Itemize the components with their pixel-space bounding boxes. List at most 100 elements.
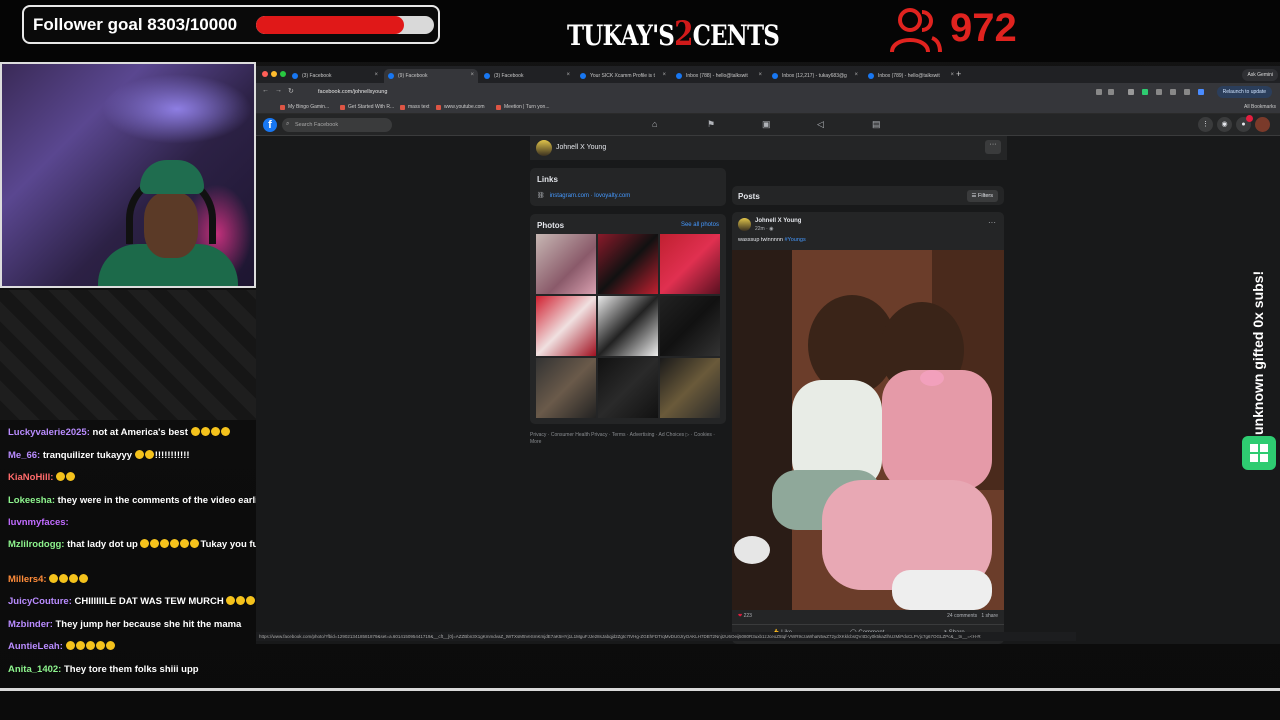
profile-avatar[interactable] (536, 140, 552, 156)
extension-icon[interactable] (1156, 89, 1162, 95)
close-tab-icon[interactable]: × (566, 72, 570, 78)
gaming-icon[interactable]: ▤ (872, 119, 881, 130)
follower-goal-progress-fill (256, 16, 404, 34)
photo-thumbnail[interactable] (536, 296, 596, 356)
back-icon[interactable]: ← (262, 87, 269, 94)
bookmark-item[interactable]: www.youtube.com (436, 104, 485, 110)
close-tab-icon[interactable]: × (854, 72, 858, 78)
browser-tab[interactable]: (3) Facebook × (288, 69, 382, 83)
logo-text-two: 2 (674, 14, 693, 54)
menu-grid-icon[interactable]: ⋮ (1198, 117, 1213, 132)
laughing-emoji-icon (65, 641, 75, 650)
post-hashtag[interactable]: #Youngs (784, 237, 805, 243)
photo-thumbnail[interactable] (660, 296, 720, 356)
bookmark-star-icon[interactable] (1108, 89, 1114, 95)
profile-links[interactable]: ⛓ instagram.com · lovoyalty.com (537, 192, 630, 199)
close-tab-icon[interactable]: × (374, 72, 378, 78)
browser-tab[interactable]: Inbox (788) - hello@talkswit × (672, 69, 766, 83)
close-tab-icon[interactable]: × (470, 72, 474, 78)
more-options-button[interactable]: ··· (985, 140, 1001, 154)
forward-icon[interactable]: → (275, 87, 282, 94)
laughing-emoji-icon (69, 573, 79, 583)
facebook-search-input[interactable]: ⌕ Search Facebook (282, 118, 392, 132)
bookmark-item[interactable]: Get Started With R... (340, 104, 394, 110)
post-author-avatar[interactable] (738, 218, 751, 231)
post-timestamp[interactable]: 22m · ◉ (755, 226, 774, 232)
laughing-emoji-icon (85, 641, 95, 650)
see-all-photos-link[interactable]: See all photos (681, 222, 719, 228)
profile-name[interactable]: Johnell X Young (556, 144, 606, 151)
browser-tab[interactable]: Inbox (789) - hello@talkswit × (864, 69, 958, 83)
photo-thumbnail[interactable] (536, 358, 596, 418)
follower-goal-progress-track (256, 16, 434, 34)
sub-alert-text: unknown gifted 0x subs! (1250, 245, 1270, 435)
minimize-window-icon[interactable] (271, 71, 277, 77)
close-tab-icon[interactable]: × (758, 72, 762, 78)
flag-icon[interactable]: ⚑ (707, 119, 715, 130)
post-stats[interactable]: 24 comments 1 share (947, 613, 998, 619)
tab-favicon-icon (868, 73, 874, 79)
messenger-icon[interactable]: ◉ (1217, 117, 1232, 132)
megaphone-icon[interactable]: ◁ (817, 119, 824, 130)
bookmark-favicon-icon (400, 105, 405, 110)
post-more-icon[interactable]: ··· (988, 218, 996, 227)
extension-icon[interactable] (1128, 89, 1134, 95)
post-caption-text: wasssup twinnnnn (738, 237, 783, 243)
new-tab-button[interactable]: + (956, 69, 961, 79)
close-tab-icon[interactable]: × (950, 72, 954, 78)
laughing-emoji-icon (160, 538, 170, 548)
chat-username: Mzbinder: (8, 618, 53, 630)
address-bar[interactable]: facebook.com/johnellxyoung (306, 85, 1086, 99)
stream-screen: Follower goal 8303/10000 TUKAY'S2CENTS 9… (0, 0, 1280, 720)
laughing-emoji-icon (170, 538, 180, 548)
extension-icon[interactable] (1096, 89, 1102, 95)
facebook-logo-icon[interactable]: f (263, 118, 277, 132)
browser-window: (3) Facebook × (9) Facebook × (3) Facebook × Y… (256, 66, 1280, 644)
bookmark-favicon-icon (280, 105, 285, 110)
all-bookmarks-button[interactable]: All Bookmarks (1244, 104, 1276, 110)
close-window-icon[interactable] (262, 71, 268, 77)
stream-top-overlay: Follower goal 8303/10000 TUKAY'S2CENTS 9… (0, 0, 1280, 62)
filters-label: Filters (978, 193, 993, 199)
extension-icon[interactable] (1142, 89, 1148, 95)
photo-thumbnail[interactable] (660, 358, 720, 418)
post-author-name[interactable]: Johnell X Young (755, 218, 801, 224)
tab-label: Inbox (788) - hello@talkswit (686, 73, 748, 79)
browser-tab[interactable]: Your SICK Xcamm Profile is t × (576, 69, 670, 83)
photo-thumbnail[interactable] (598, 358, 658, 418)
bookmark-favicon-icon (496, 105, 501, 110)
tab-label: Inbox (789) - hello@talkswit (878, 73, 940, 79)
photo-thumbnail[interactable] (598, 296, 658, 356)
photo-thumbnail[interactable] (660, 234, 720, 294)
chat-username: Anita_1402: (8, 663, 62, 675)
relaunch-to-update-button[interactable]: Relaunch to update (1216, 86, 1272, 98)
filters-button[interactable]: ☰ Filters (966, 190, 998, 202)
bookmark-item[interactable]: mass text (400, 104, 429, 110)
browser-tab[interactable]: (3) Facebook × (480, 69, 574, 83)
profile-icon[interactable] (1198, 89, 1204, 95)
browser-tab[interactable]: (9) Facebook × (384, 69, 478, 83)
extension-icon[interactable] (1170, 89, 1176, 95)
tab-favicon-icon (676, 73, 682, 79)
extension-icon[interactable] (1184, 89, 1190, 95)
laughing-emoji-icon (144, 449, 154, 459)
account-avatar[interactable] (1255, 117, 1270, 132)
ask-gemini-button[interactable]: Ask Gemini (1242, 69, 1278, 81)
bookmark-item[interactable]: Meetion | Turn yon... (496, 104, 550, 110)
photo-thumbnail[interactable] (598, 234, 658, 294)
search-icon: ⌕ (286, 121, 290, 127)
home-icon[interactable]: ⌂ (652, 119, 657, 129)
browser-tab[interactable]: Inbox (12,217) - tukay683@g × (768, 69, 862, 83)
bookmark-item[interactable]: My Bingo Gamin... (280, 104, 329, 110)
photo-thumbnail[interactable] (536, 234, 596, 294)
link-hover-status-bar: https://www.facebook.com/photo/?fbid=129… (256, 632, 1076, 641)
reload-icon[interactable]: ↻ (288, 87, 294, 95)
profile-links-text: instagram.com · lovoyalty.com (549, 193, 631, 199)
post-reactions-count[interactable]: ❤ 223 (738, 613, 752, 619)
marketplace-icon[interactable]: ▣ (762, 119, 771, 130)
maximize-window-icon[interactable] (280, 71, 286, 77)
close-tab-icon[interactable]: × (662, 72, 666, 78)
facebook-footer-links[interactable]: Privacy · Consumer Health Privacy · Term… (530, 432, 720, 445)
post-photo[interactable] (732, 250, 1004, 610)
facebook-top-nav: f ⌕ Search Facebook ⌂ ⚑ ▣ ◁ ▤ ⋮ ◉ ● (256, 114, 1280, 136)
